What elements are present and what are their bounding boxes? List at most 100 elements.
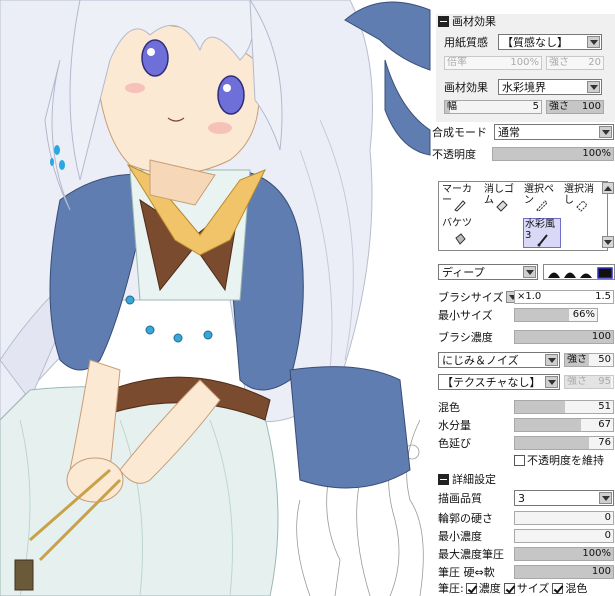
- noise-strength-value: 50: [598, 354, 611, 365]
- character-dress: [0, 386, 279, 596]
- paper-rate-slider[interactable]: 倍率 100%: [444, 56, 542, 70]
- brush-shape-presets: [543, 264, 615, 280]
- texture-strength-label: 強さ: [567, 376, 587, 387]
- effect-strength-label: 強さ: [549, 101, 569, 112]
- pressure-value: 100: [591, 566, 611, 577]
- brush-texture-dropdown[interactable]: 【テクスチャなし】: [438, 374, 560, 390]
- min-size-label: 最小サイズ: [438, 309, 493, 322]
- chevron-down-icon: [599, 492, 612, 504]
- tool-watercolor[interactable]: 水彩風3: [523, 218, 561, 248]
- selection-pen-icon: [536, 200, 548, 212]
- blend-mode-label: 合成モード: [432, 126, 487, 139]
- mix-label: 混色: [438, 401, 460, 414]
- effect-width-value: 5: [532, 101, 539, 112]
- effect-strength-slider[interactable]: 強さ 100: [546, 100, 604, 114]
- chevron-down-icon: [599, 126, 612, 138]
- pp-density-check[interactable]: [465, 582, 477, 594]
- effect-dropdown[interactable]: 水彩境界: [498, 79, 602, 95]
- hardness-value: 0: [604, 512, 611, 523]
- max-pressure-label: 最大濃度筆圧: [438, 548, 504, 561]
- pp-mix-check[interactable]: [552, 582, 564, 594]
- water-value: 67: [598, 419, 611, 430]
- min-density-label: 最小濃度: [438, 530, 482, 543]
- texture-header[interactable]: 画材効果: [438, 12, 496, 30]
- opacity-slider[interactable]: 100%: [492, 147, 614, 161]
- hardness-slider[interactable]: 0: [514, 511, 614, 525]
- blend-mode-value: 通常: [498, 126, 520, 139]
- opacity-label: 不透明度: [432, 148, 476, 161]
- pressure-slider[interactable]: 100: [514, 565, 614, 579]
- brush-size-label: ブラシサイズ: [438, 291, 504, 304]
- chevron-down-icon: [545, 376, 558, 388]
- tool-marker[interactable]: マーカー: [441, 184, 479, 214]
- tool-list: マーカー 消しゴム 選択ペン 選択消し バケツ 水彩風3: [438, 181, 608, 251]
- quality-dropdown[interactable]: 3: [514, 490, 614, 506]
- min-size-value: 66%: [572, 309, 595, 320]
- effect-width-slider[interactable]: 幅 5: [444, 100, 542, 114]
- paper-strength-value: 20: [588, 57, 601, 68]
- pp-size-label: サイズ: [516, 582, 550, 595]
- mix-value: 51: [598, 401, 611, 412]
- texture-strength-value: 95: [598, 376, 611, 387]
- brush-icon: [537, 234, 548, 247]
- stretch-label: 色延び: [438, 437, 471, 450]
- effect-value: 水彩境界: [502, 81, 546, 94]
- hardness-label: 輪郭の硬さ: [438, 512, 493, 525]
- brush-tip-icons[interactable]: [544, 265, 615, 279]
- chevron-down-icon: [523, 266, 536, 278]
- keep-opacity-checkbox[interactable]: 不透明度を維持: [514, 451, 604, 469]
- tool-bucket-label: バケツ: [442, 218, 472, 229]
- pp-size-check[interactable]: [503, 582, 515, 594]
- paper-strength-label: 強さ: [549, 57, 569, 68]
- min-size-slider[interactable]: 66%: [514, 308, 598, 322]
- brush-texture-value: 【テクスチャなし】: [442, 376, 541, 389]
- min-density-value: 0: [604, 530, 611, 541]
- min-size-fill: [515, 309, 570, 321]
- paper-rate-value: 100%: [510, 57, 539, 68]
- noise-strength-slider[interactable]: 強さ 50: [564, 353, 614, 367]
- paper-texture-dropdown[interactable]: 【質感なし】: [498, 34, 602, 50]
- texture-strength-slider[interactable]: 強さ 95: [564, 375, 614, 389]
- stretch-slider[interactable]: 76: [514, 436, 614, 450]
- pressure-label: 筆圧 硬⇔軟: [438, 566, 495, 579]
- mix-slider[interactable]: 51: [514, 400, 614, 414]
- keep-opacity-label: 不透明度を維持: [527, 454, 604, 467]
- water-label: 水分量: [438, 419, 471, 432]
- collapse-icon: [438, 15, 449, 27]
- effect-width-label: 幅: [447, 101, 457, 112]
- brush-density-value: 100: [591, 331, 611, 342]
- chevron-down-icon: [587, 36, 600, 48]
- brush-size-slider[interactable]: ×1.0 1.5: [514, 290, 614, 304]
- brush-settings-panel: 画材効果 用紙質感 【質感なし】 倍率 100% 強さ 20 画材効果 水彩境界…: [432, 0, 615, 596]
- eraser-icon: [496, 200, 508, 212]
- max-pressure-slider[interactable]: 100%: [514, 547, 614, 561]
- effect-label: 画材効果: [444, 81, 488, 94]
- brush-density-slider[interactable]: 100: [514, 330, 614, 344]
- tool-bucket[interactable]: バケツ: [441, 218, 479, 248]
- water-slider[interactable]: 67: [514, 418, 614, 432]
- pen-pressure-label: 筆圧:: [438, 582, 464, 595]
- brush-shape-dropdown[interactable]: ディープ: [438, 264, 538, 280]
- stretch-value: 76: [598, 437, 611, 448]
- selection-eraser-icon: [576, 200, 588, 212]
- advanced-header-label: 詳細設定: [452, 473, 496, 486]
- brush-size-value: 1.5: [595, 291, 611, 302]
- noise-strength-label: 強さ: [567, 354, 587, 365]
- advanced-header[interactable]: 詳細設定: [438, 470, 496, 488]
- max-pressure-value: 100%: [582, 548, 611, 559]
- paper-rate-label: 倍率: [447, 57, 467, 68]
- opacity-value: 100%: [582, 148, 611, 159]
- noise-value: にじみ＆ノイズ: [442, 354, 519, 367]
- brush-density-label: ブラシ濃度: [438, 331, 493, 344]
- pp-mix-label: 混色: [565, 582, 588, 595]
- tool-selection-eraser[interactable]: 選択消し: [563, 184, 601, 214]
- noise-dropdown[interactable]: にじみ＆ノイズ: [438, 352, 560, 368]
- tool-scroll-up[interactable]: [602, 182, 614, 194]
- paper-texture-value: 【質感なし】: [502, 36, 568, 49]
- tool-selection-pen[interactable]: 選択ペン: [523, 184, 561, 214]
- tool-scroll-down[interactable]: [602, 236, 614, 248]
- min-density-slider[interactable]: 0: [514, 529, 614, 543]
- paper-strength-slider[interactable]: 強さ 20: [546, 56, 604, 70]
- blend-mode-dropdown[interactable]: 通常: [494, 124, 614, 140]
- tool-eraser[interactable]: 消しゴム: [483, 184, 521, 214]
